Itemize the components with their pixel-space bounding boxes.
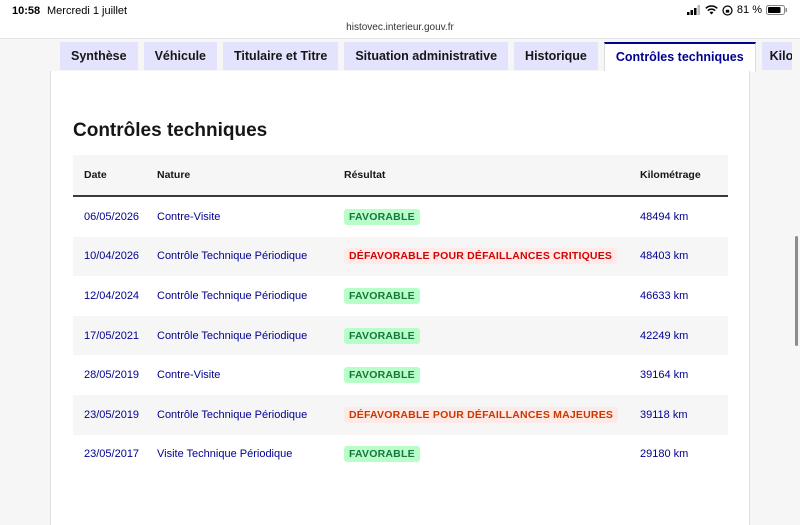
tab-titulaire-et-titre[interactable]: Titulaire et Titre — [223, 42, 339, 70]
header-divider — [0, 38, 800, 39]
status-time: 10:58 — [12, 5, 41, 17]
cell-nature: Contre-Visite — [157, 369, 221, 382]
tab-situation-administrative[interactable]: Situation administrative — [344, 42, 509, 70]
tab-kilometrage[interactable]: Kilométrage — [761, 42, 792, 70]
table-row: 10/04/2026 Contrôle Technique Périodique… — [73, 236, 728, 277]
wifi-icon — [705, 5, 718, 15]
cell-date: 06/05/2026 — [84, 210, 140, 223]
cell-mileage: 39164 km — [640, 369, 689, 382]
cell-nature: Contre-Visite — [157, 210, 221, 223]
column-header-nature: Nature — [157, 169, 191, 181]
cell-result: FAVORABLE — [344, 287, 640, 304]
tab-bar: Synthèse Véhicule Titulaire et Titre Sit… — [60, 42, 792, 72]
table-header: Date Nature Résultat Kilométrage — [73, 155, 728, 197]
cell-mileage: 42249 km — [640, 329, 689, 342]
table-row: 23/05/2019 Contrôle Technique Périodique… — [73, 394, 728, 435]
cell-nature: Contrôle Technique Périodique — [157, 289, 308, 302]
result-badge: FAVORABLE — [344, 367, 420, 384]
section-title: Contrôles techniques — [73, 120, 268, 141]
cell-result: FAVORABLE — [344, 208, 640, 225]
cell-nature: Visite Technique Périodique — [157, 448, 293, 461]
tab-panel: Contrôles techniques Date Nature Résulta… — [50, 71, 750, 525]
table-row: 12/04/2024 Contrôle Technique Périodique… — [73, 276, 728, 316]
cell-mileage: 46633 km — [640, 289, 689, 302]
tab-synthese[interactable]: Synthèse — [60, 42, 138, 70]
tab-historique[interactable]: Historique — [514, 42, 598, 70]
address-bar[interactable]: histovec.interieur.gouv.fr — [0, 22, 800, 38]
cell-date: 10/04/2026 — [84, 250, 140, 263]
cell-mileage: 48494 km — [640, 210, 689, 223]
page-scrollbar[interactable] — [795, 236, 798, 346]
result-badge: FAVORABLE — [344, 327, 420, 344]
cell-result: DÉFAVORABLE POUR DÉFAILLANCES MAJEURES — [344, 406, 640, 423]
status-date: Mercredi 1 juillet — [47, 5, 128, 17]
column-header-mileage: Kilométrage — [640, 169, 701, 181]
cell-result: FAVORABLE — [344, 367, 640, 384]
battery-icon — [766, 5, 787, 15]
orientation-lock-icon — [722, 4, 733, 16]
cell-mileage: 39118 km — [640, 408, 688, 421]
cellular-signal-icon — [686, 5, 700, 15]
cell-date: 12/04/2024 — [84, 289, 140, 302]
battery-percentage: 81 % — [736, 4, 762, 16]
column-header-result: Résultat — [344, 169, 386, 181]
status-indicators: 81 % — [686, 4, 788, 16]
tab-vehicule[interactable]: Véhicule — [143, 42, 218, 70]
table-row: 17/05/2021 Contrôle Technique Périodique… — [73, 315, 728, 356]
table-row: 23/05/2017 Visite Technique Périodique F… — [73, 435, 728, 475]
result-badge: DÉFAVORABLE POUR DÉFAILLANCES MAJEURES — [344, 406, 619, 423]
cell-date: 17/05/2021 — [84, 329, 140, 342]
result-badge: FAVORABLE — [344, 446, 420, 463]
status-bar: 10:58 Mercredi 1 juillet 81 % — [0, 0, 800, 22]
cell-result: DÉFAVORABLE POUR DÉFAILLANCES CRITIQUES — [344, 248, 640, 265]
cell-nature: Contrôle Technique Périodique — [157, 329, 308, 342]
cell-nature: Contrôle Technique Périodique — [157, 408, 308, 421]
cell-result: FAVORABLE — [344, 446, 640, 463]
cell-date: 28/05/2019 — [84, 369, 140, 382]
table-row: 28/05/2019 Contre-Visite FAVORABLE 39164… — [73, 355, 728, 395]
controles-table: Date Nature Résultat Kilométrage 06/05/2… — [73, 155, 728, 474]
cell-mileage: 48403 km — [640, 250, 689, 263]
result-badge: DÉFAVORABLE POUR DÉFAILLANCES CRITIQUES — [344, 248, 618, 265]
cell-date: 23/05/2019 — [84, 408, 140, 421]
column-header-date: Date — [84, 169, 107, 181]
table-row: 06/05/2026 Contre-Visite FAVORABLE 48494… — [73, 197, 728, 237]
cell-result: FAVORABLE — [344, 327, 640, 344]
url-text: histovec.interieur.gouv.fr — [346, 22, 454, 33]
tab-controles-techniques[interactable]: Contrôles techniques — [603, 42, 756, 72]
result-badge: FAVORABLE — [344, 287, 420, 304]
cell-date: 23/05/2017 — [84, 448, 140, 461]
result-badge: FAVORABLE — [344, 208, 420, 225]
cell-nature: Contrôle Technique Périodique — [157, 250, 308, 263]
cell-mileage: 29180 km — [640, 448, 689, 461]
